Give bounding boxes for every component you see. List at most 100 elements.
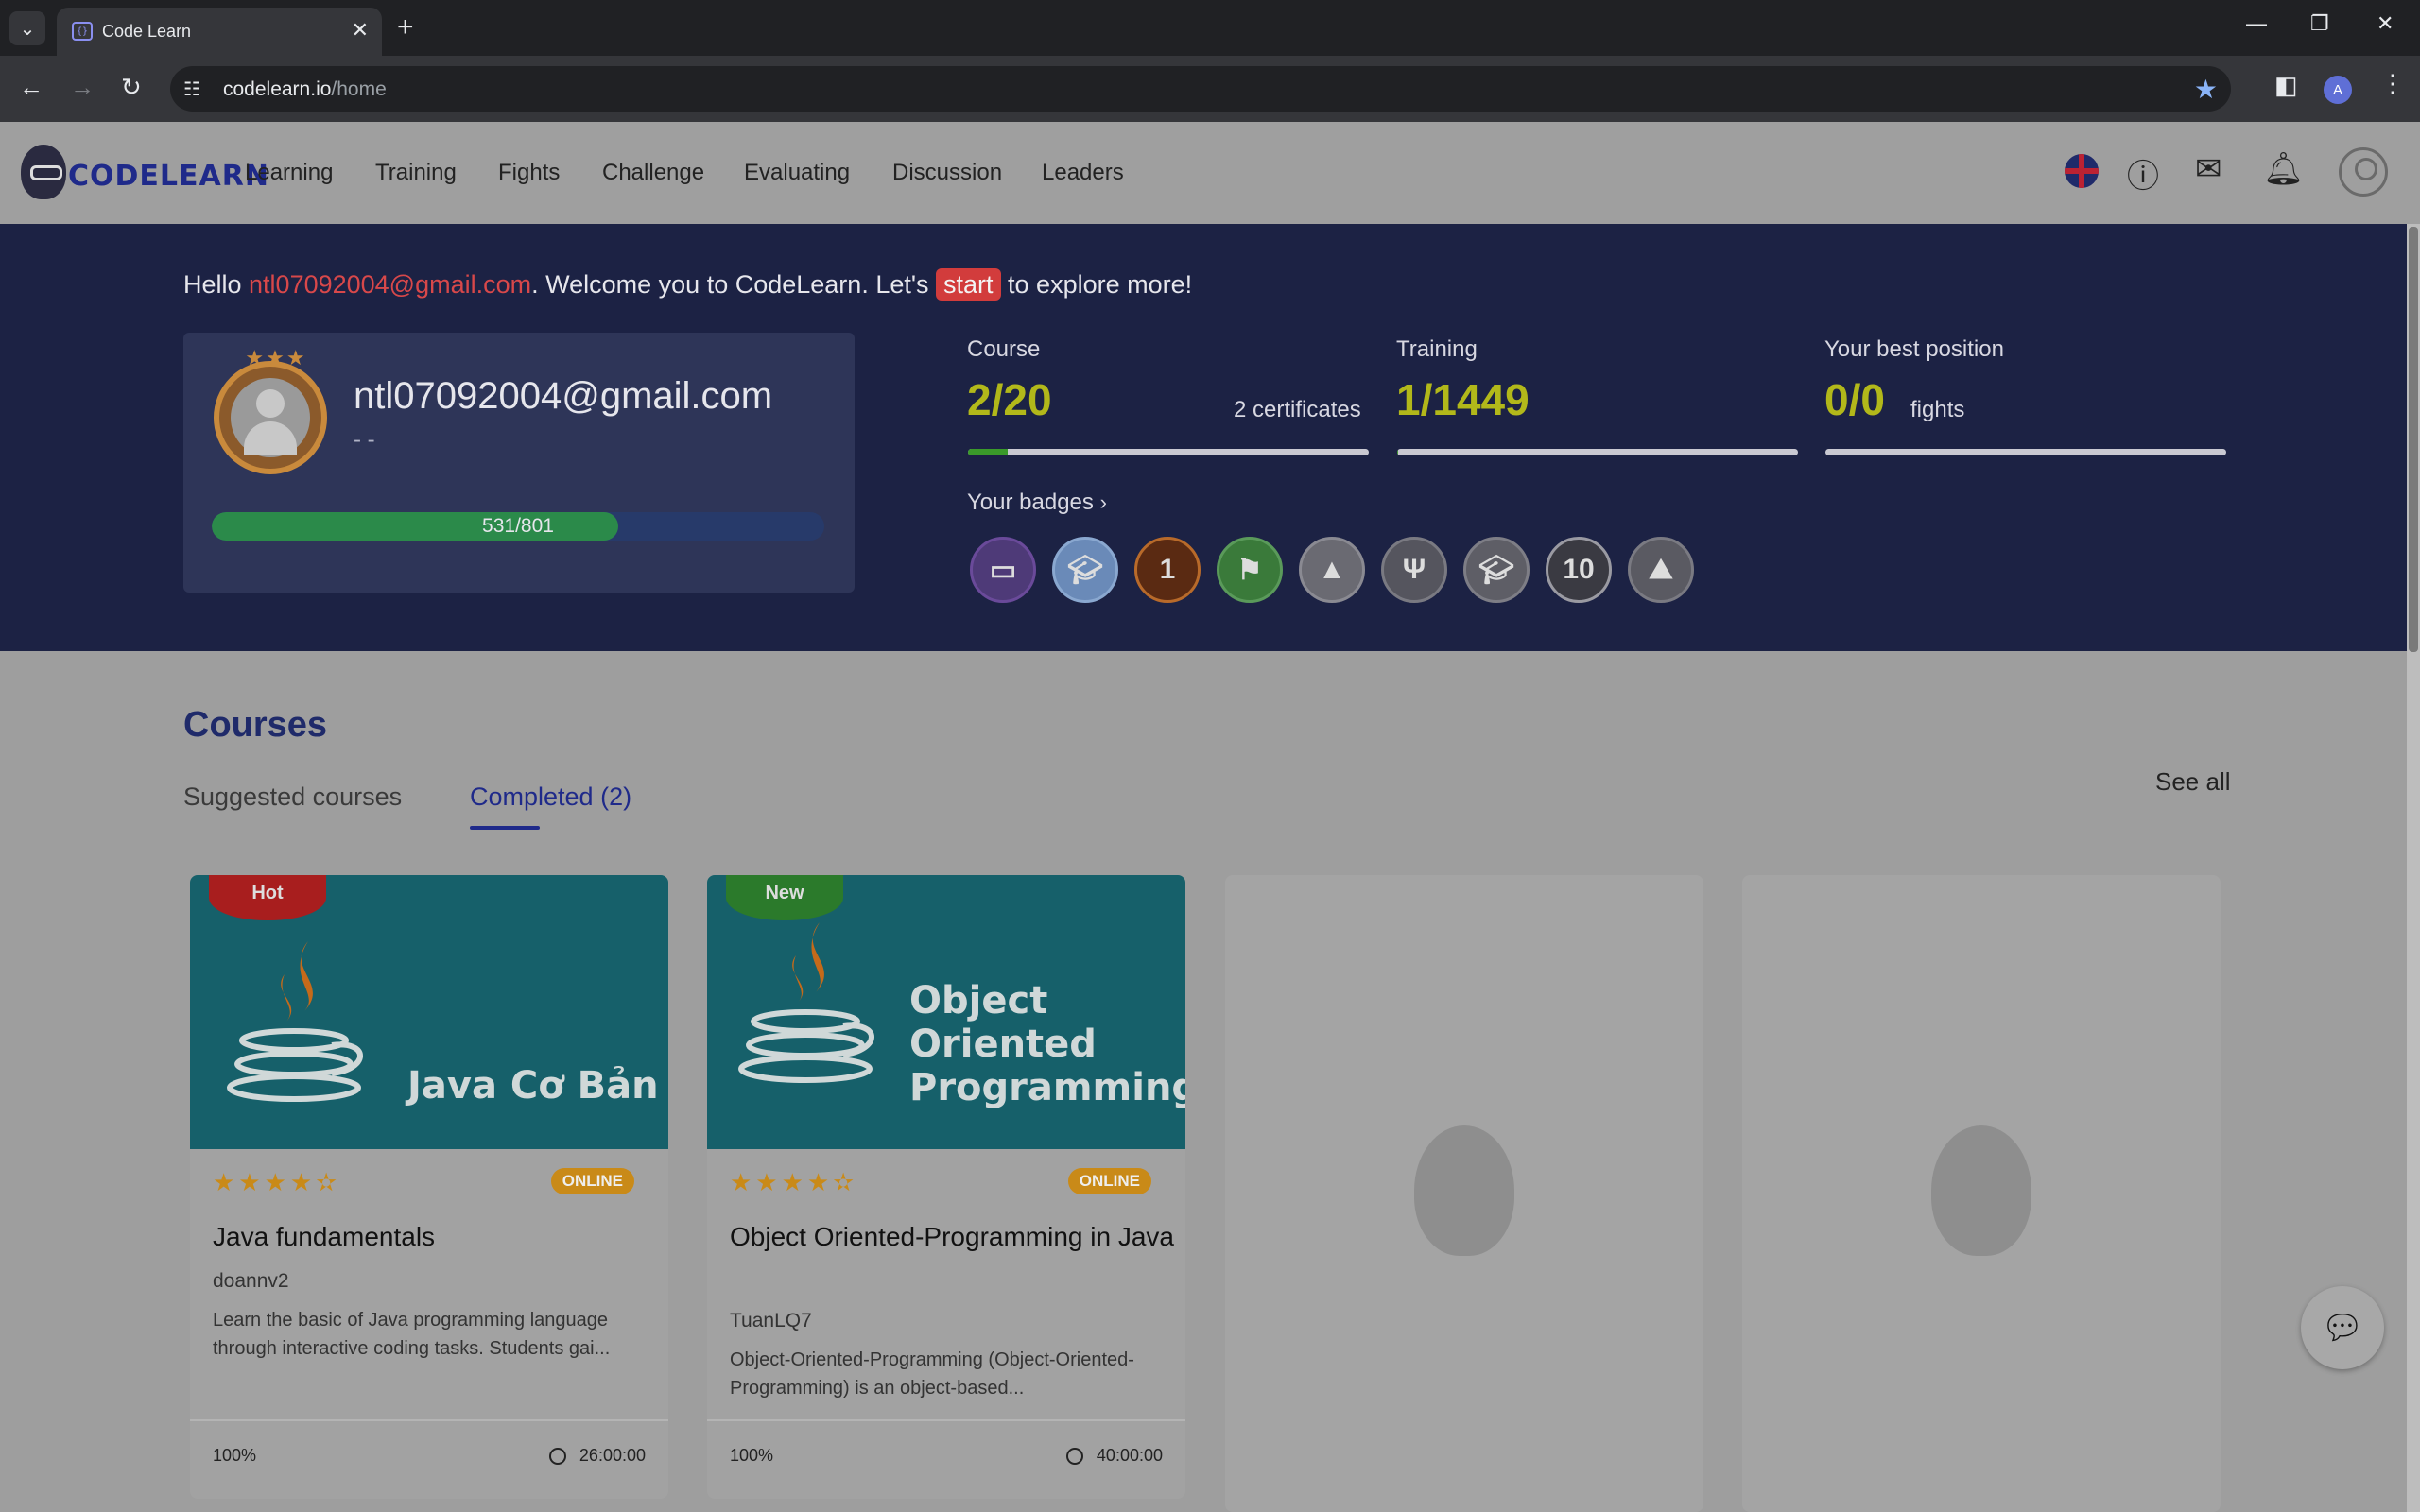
course-description: Learn the basic of Java programming lang…: [213, 1310, 611, 1359]
reload-icon[interactable]: ↻: [121, 73, 142, 102]
course-title[interactable]: Object Oriented-Programming in Java: [730, 1217, 1174, 1257]
course-stat-label: Course: [967, 336, 1041, 362]
user-avatar-icon[interactable]: [2339, 147, 2388, 197]
card-divider: [707, 1419, 1185, 1421]
xp-progress-bar: 531/801: [212, 512, 824, 541]
new-ribbon: New: [726, 875, 843, 920]
mountain-badge-icon[interactable]: ▲: [1299, 537, 1365, 603]
thumbnail-title: Java Cơ Bản: [407, 1064, 659, 1108]
profile-subtitle: - -: [354, 427, 375, 453]
certificates-count: 2 certificates: [1234, 397, 1361, 422]
course-stat-value: 2/20: [967, 375, 1052, 424]
xp-progress-text: 531/801: [482, 515, 554, 537]
active-tab-indicator: [470, 826, 540, 830]
nav-evaluating[interactable]: Evaluating: [744, 160, 850, 186]
restore-icon[interactable]: ❐: [2310, 11, 2329, 36]
tab-title: Code Learn: [102, 22, 192, 41]
nav-training[interactable]: Training: [375, 160, 457, 186]
back-icon[interactable]: ←: [19, 73, 43, 102]
mascot-placeholder-icon: [1931, 1125, 2031, 1256]
minimize-icon[interactable]: —: [2246, 11, 2267, 36]
rating-stars: ★★★★✫: [213, 1168, 341, 1196]
number-one-badge-icon[interactable]: 1: [1134, 537, 1201, 603]
bookmark-star-icon[interactable]: ★: [2194, 74, 2218, 105]
clock-icon: [1065, 1448, 1083, 1466]
chat-icon[interactable]: 💬︎: [2301, 1286, 2384, 1369]
java-cup-icon: [738, 922, 874, 1083]
notification-bell-icon[interactable]: 🔔︎: [2263, 150, 2304, 188]
nav-discussion[interactable]: Discussion: [892, 160, 1002, 186]
codelearn-favicon-icon: {}: [72, 22, 93, 41]
profile-email[interactable]: ntl07092004@gmail.com: [354, 375, 772, 418]
clock-icon: [548, 1448, 566, 1466]
tab-suggested-courses[interactable]: Suggested courses: [183, 782, 402, 812]
course-title[interactable]: Java fundamentals: [213, 1217, 657, 1257]
side-panel-icon[interactable]: ◧: [2274, 71, 2298, 100]
thumbnail-title: Object Oriented Programming: [909, 979, 1185, 1109]
rank-medal-icon: ★★★: [214, 346, 327, 474]
course-duration: 40:00:00: [1065, 1446, 1163, 1466]
your-badges-link[interactable]: Your badges ›: [967, 490, 1107, 516]
browser-tab-bar: ⌄ {} Code Learn ✕ + — ❐ ✕: [0, 0, 2420, 56]
java-cup-icon: [227, 941, 363, 1102]
start-link[interactable]: start: [936, 268, 1001, 301]
code-badge-icon[interactable]: ▭: [970, 537, 1036, 603]
graduate-badge-icon[interactable]: 🎓︎: [1052, 537, 1118, 603]
position-stat-value: 0/0: [1824, 375, 1885, 424]
profile-card: ★★★ ntl07092004@gmail.com - - 531/801: [183, 333, 855, 593]
course-progress-bar: [968, 449, 1369, 455]
ten-badge-icon[interactable]: 10: [1546, 537, 1612, 603]
course-author[interactable]: doannv2: [213, 1270, 289, 1293]
nav-challenge[interactable]: Challenge: [602, 160, 704, 186]
hot-ribbon: Hot: [209, 875, 326, 920]
address-bar[interactable]: ☷ codelearn.io/home ★: [170, 66, 2231, 112]
summit-badge-icon[interactable]: ⛰︎: [1628, 537, 1694, 603]
help-icon[interactable]: ⓘ: [2127, 150, 2159, 197]
course-card[interactable]: Object Oriented Programming New ★★★★✫ ON…: [707, 875, 1185, 1499]
nav-learning[interactable]: Learning: [245, 160, 333, 186]
fights-label: fights: [1910, 397, 1965, 422]
flag-badge-icon[interactable]: ⚑: [1217, 537, 1283, 603]
see-all-link[interactable]: See all: [2155, 767, 2231, 797]
card-divider: [190, 1419, 668, 1421]
course-author[interactable]: TuanLQ7: [730, 1310, 812, 1332]
welcome-message: Hello ntl07092004@gmail.com. Welcome you…: [183, 268, 1193, 301]
forward-icon[interactable]: →: [70, 73, 95, 102]
tab-completed-courses[interactable]: Completed (2): [470, 782, 631, 812]
default-avatar-icon: [231, 378, 310, 457]
tab-search-dropdown[interactable]: ⌄: [9, 11, 45, 45]
position-progress-bar: [1825, 449, 2226, 455]
language-flag-icon[interactable]: [2065, 154, 2099, 188]
chevron-right-icon: ›: [1099, 490, 1107, 514]
browser-tab[interactable]: {} Code Learn ✕: [57, 8, 382, 56]
course-progress: 100%: [213, 1446, 257, 1465]
nav-fights[interactable]: Fights: [498, 160, 560, 186]
course-card[interactable]: Java Cơ Bản Hot ★★★★✫ ONLINE Java fundam…: [190, 875, 668, 1499]
menu-kebab-icon[interactable]: ⋮: [2380, 69, 2405, 98]
training-progress-bar: [1397, 449, 1798, 455]
close-window-icon[interactable]: ✕: [2377, 11, 2394, 36]
welcome-email[interactable]: ntl07092004@gmail.com: [249, 270, 531, 299]
training-stat-label: Training: [1396, 336, 1478, 362]
codelearn-mascot-logo-icon[interactable]: [21, 145, 66, 199]
online-badge: ONLINE: [550, 1168, 634, 1194]
laurel-badge-icon[interactable]: Ψ: [1381, 537, 1447, 603]
url-text: codelearn.io/home: [223, 78, 387, 100]
mascot-placeholder-icon: [1414, 1125, 1514, 1256]
browser-profile-avatar[interactable]: A: [2324, 76, 2352, 104]
course-progress: 100%: [730, 1446, 774, 1465]
cap-badge-icon[interactable]: 🎓︎: [1463, 537, 1530, 603]
new-tab-button[interactable]: +: [397, 11, 414, 43]
tab-close-icon[interactable]: ✕: [352, 18, 369, 43]
nav-leaders[interactable]: Leaders: [1042, 160, 1124, 186]
site-info-icon[interactable]: ☷: [183, 77, 200, 101]
course-card-placeholder: [1225, 875, 1703, 1512]
messages-icon[interactable]: ✉: [2195, 150, 2222, 188]
online-badge: ONLINE: [1067, 1168, 1151, 1194]
position-stat-label: Your best position: [1824, 336, 2004, 362]
rating-stars: ★★★★✫: [730, 1168, 858, 1196]
course-card-placeholder: [1742, 875, 2221, 1512]
scrollbar-thumb[interactable]: [2409, 227, 2418, 652]
site-logo[interactable]: CODELEARN: [68, 160, 269, 193]
course-progress-fill: [968, 449, 1009, 455]
